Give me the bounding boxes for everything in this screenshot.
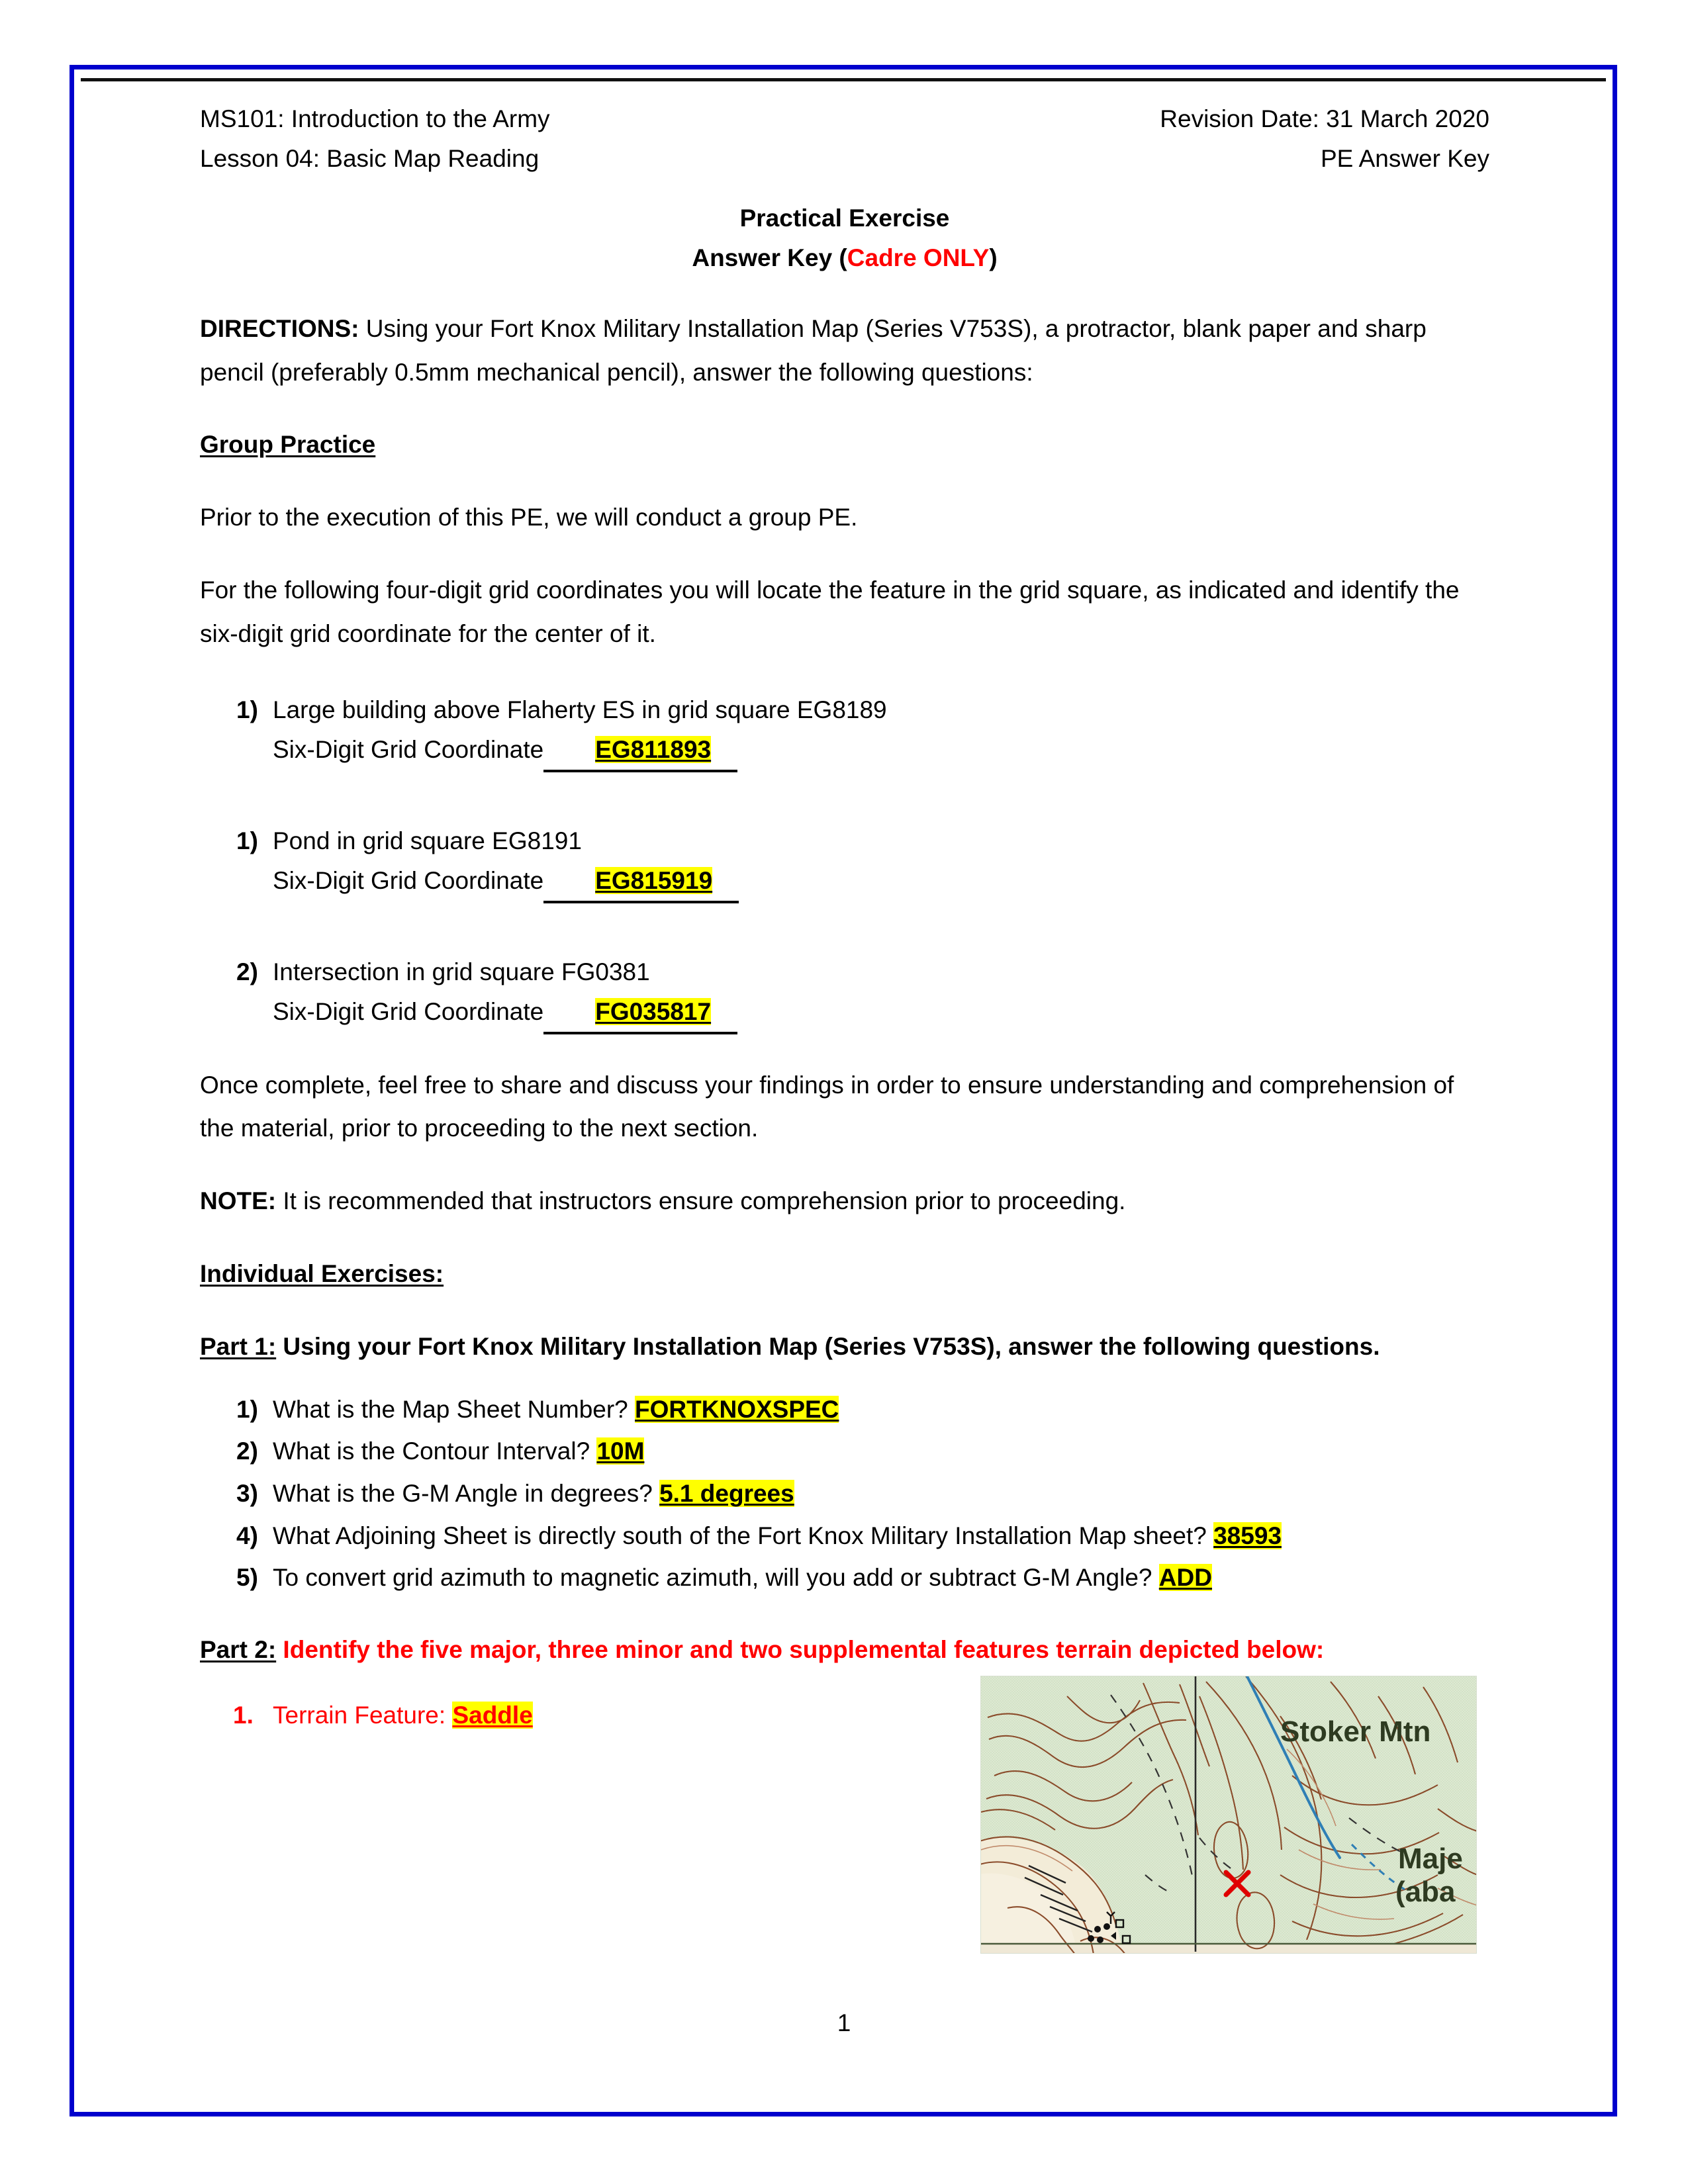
group-practice-list: 1) Large building above Flaherty ES in g… xyxy=(200,690,1489,1034)
list-item: 5) To convert grid azimuth to magnetic az… xyxy=(200,1557,1489,1599)
page-title: Practical Exercise xyxy=(739,204,950,232)
coordinate-answer-line: Six-Digit Grid Coordinate EG811893 xyxy=(273,735,738,772)
list-item: 4) What Adjoining Sheet is directly south… xyxy=(200,1515,1489,1557)
list-marker: 1) xyxy=(236,1395,258,1423)
answer-value: FORTKNOXSPEC xyxy=(635,1395,839,1423)
map-label-maje: Maje xyxy=(1398,1843,1463,1875)
header-row-1: MS101: Introduction to the Army Revision… xyxy=(200,99,1489,139)
answer-blank: EG811893 xyxy=(543,730,738,772)
part1-label: Part 1: xyxy=(200,1332,277,1360)
question-text: To convert grid azimuth to magnetic azim… xyxy=(273,1564,1159,1592)
group-practice-instruction: For the following four-digit grid coordi… xyxy=(200,576,1460,648)
question-text: Intersection in grid square FG0381 xyxy=(273,958,650,985)
revision-date: Revision Date: 31 March 2020 xyxy=(1160,105,1489,132)
part1-question-list: 1) What is the Map Sheet Number? FORTKNOX… xyxy=(200,1388,1489,1599)
subtitle-prefix: Answer Key ( xyxy=(692,244,847,271)
part2-label: Part 2: xyxy=(200,1635,277,1663)
coordinate-answer-line: Six-Digit Grid Coordinate EG815919 xyxy=(273,866,739,903)
answer-value: FG035817 xyxy=(595,997,712,1025)
answer-value: ADD xyxy=(1158,1564,1212,1592)
answer-value: 10M xyxy=(596,1437,645,1465)
question-text: What is the Contour Interval? xyxy=(273,1437,597,1465)
answer-value: 38593 xyxy=(1213,1522,1282,1549)
note-text: It is recommended that instructors ensur… xyxy=(276,1187,1126,1215)
coordinate-label: Six-Digit Grid Coordinate xyxy=(273,997,544,1025)
question-text: What is the G-M Angle in degrees? xyxy=(273,1480,660,1508)
question-text: Pond in grid square EG8191 xyxy=(273,827,582,854)
cadre-only-label: Cadre ONLY xyxy=(847,244,990,271)
list-marker: 4) xyxy=(236,1522,258,1549)
list-item: 1) What is the Map Sheet Number? FORTKNOX… xyxy=(200,1388,1489,1431)
list-marker: 5) xyxy=(236,1564,258,1592)
list-marker: 2) xyxy=(236,1437,258,1465)
answer-key-subtitle: Answer Key (Cadre ONLY) xyxy=(200,238,1489,278)
header-separator-rule xyxy=(81,78,1606,81)
header-row-2: Lesson 04: Basic Map Reading PE Answer K… xyxy=(200,139,1489,179)
coordinate-answer-line: Six-Digit Grid Coordinate FG035817 xyxy=(273,997,738,1034)
answer-blank: EG815919 xyxy=(543,861,739,903)
group-practice-closing: Once complete, feel free to share and di… xyxy=(200,1071,1454,1142)
coordinate-label: Six-Digit Grid Coordinate xyxy=(273,866,544,894)
question-text: What Adjoining Sheet is directly south o… xyxy=(273,1522,1214,1549)
list-item: 3) What is the G-M Angle in degrees? 5.1 … xyxy=(200,1473,1489,1515)
answer-value: Saddle xyxy=(452,1701,533,1729)
lesson-title: Lesson 04: Basic Map Reading xyxy=(200,144,539,172)
answer-value: EG811893 xyxy=(595,735,712,763)
part2-heading: Identify the five major, three minor and… xyxy=(276,1635,1325,1663)
map-label-aba: (aba xyxy=(1395,1876,1456,1908)
map-label-stoker-mtn: Stoker Mtn xyxy=(1280,1715,1430,1748)
individual-exercises-heading-wrap: Individual Exercises: xyxy=(200,1252,1489,1296)
list-marker: 3) xyxy=(236,1480,258,1508)
list-item: 2) Intersection in grid square FG0381 Si… xyxy=(200,952,1489,1034)
list-item: 2) What is the Contour Interval? 10M xyxy=(200,1430,1489,1473)
individual-exercises-heading: Individual Exercises: xyxy=(200,1260,444,1288)
topographic-map-figure: Stoker Mtn Maje (aba xyxy=(980,1676,1477,1954)
note-paragraph: NOTE: It is recommended that instructors… xyxy=(200,1179,1489,1223)
group-practice-heading-wrap: Group Practice xyxy=(200,423,1489,467)
directions-paragraph: DIRECTIONS: Using your Fort Knox Militar… xyxy=(200,307,1489,394)
course-title: MS101: Introduction to the Army xyxy=(200,105,550,132)
part1-heading: Using your Fort Knox Military Installati… xyxy=(276,1332,1380,1360)
answer-value: 5.1 degrees xyxy=(659,1480,794,1508)
document-header: MS101: Introduction to the Army Revision… xyxy=(200,99,1489,179)
list-item: 1) Large building above Flaherty ES in g… xyxy=(200,690,1489,772)
list-item: 1) Pond in grid square EG8191 Six-Digit … xyxy=(200,821,1489,903)
subtitle-suffix: ) xyxy=(989,244,998,271)
list-marker: 1) xyxy=(236,696,258,723)
part2-heading-wrap: Part 2: Identify the five major, three m… xyxy=(200,1628,1489,1672)
note-label: NOTE: xyxy=(200,1187,277,1215)
document-body: MS101: Introduction to the Army Revision… xyxy=(200,99,1489,1735)
topographic-map-svg: Stoker Mtn Maje (aba xyxy=(981,1676,1476,1953)
list-marker: 1) xyxy=(236,827,258,854)
question-text: Large building above Flaherty ES in grid… xyxy=(273,696,887,723)
group-practice-intro: Prior to the execution of this PE, we wi… xyxy=(200,504,858,531)
coordinate-label: Six-Digit Grid Coordinate xyxy=(273,735,544,763)
part1-heading-wrap: Part 1: Using your Fort Knox Military In… xyxy=(200,1325,1489,1369)
document-title-block: Practical Exercise Answer Key (Cadre ONL… xyxy=(200,199,1489,278)
terrain-feature-label: Terrain Feature: xyxy=(273,1701,453,1729)
list-marker: 1. xyxy=(233,1701,254,1729)
list-marker: 2) xyxy=(236,958,258,985)
answer-value: EG815919 xyxy=(595,866,713,894)
answer-blank: FG035817 xyxy=(543,992,738,1034)
directions-text: Using your Fort Knox Military Installati… xyxy=(200,314,1427,386)
group-practice-heading: Group Practice xyxy=(200,431,376,459)
directions-label: DIRECTIONS: xyxy=(200,314,359,342)
question-text: What is the Map Sheet Number? xyxy=(273,1395,635,1423)
page-number: 1 xyxy=(837,2009,851,2036)
map-bottom-strip xyxy=(981,1944,1476,1953)
document-type: PE Answer Key xyxy=(1320,144,1489,172)
